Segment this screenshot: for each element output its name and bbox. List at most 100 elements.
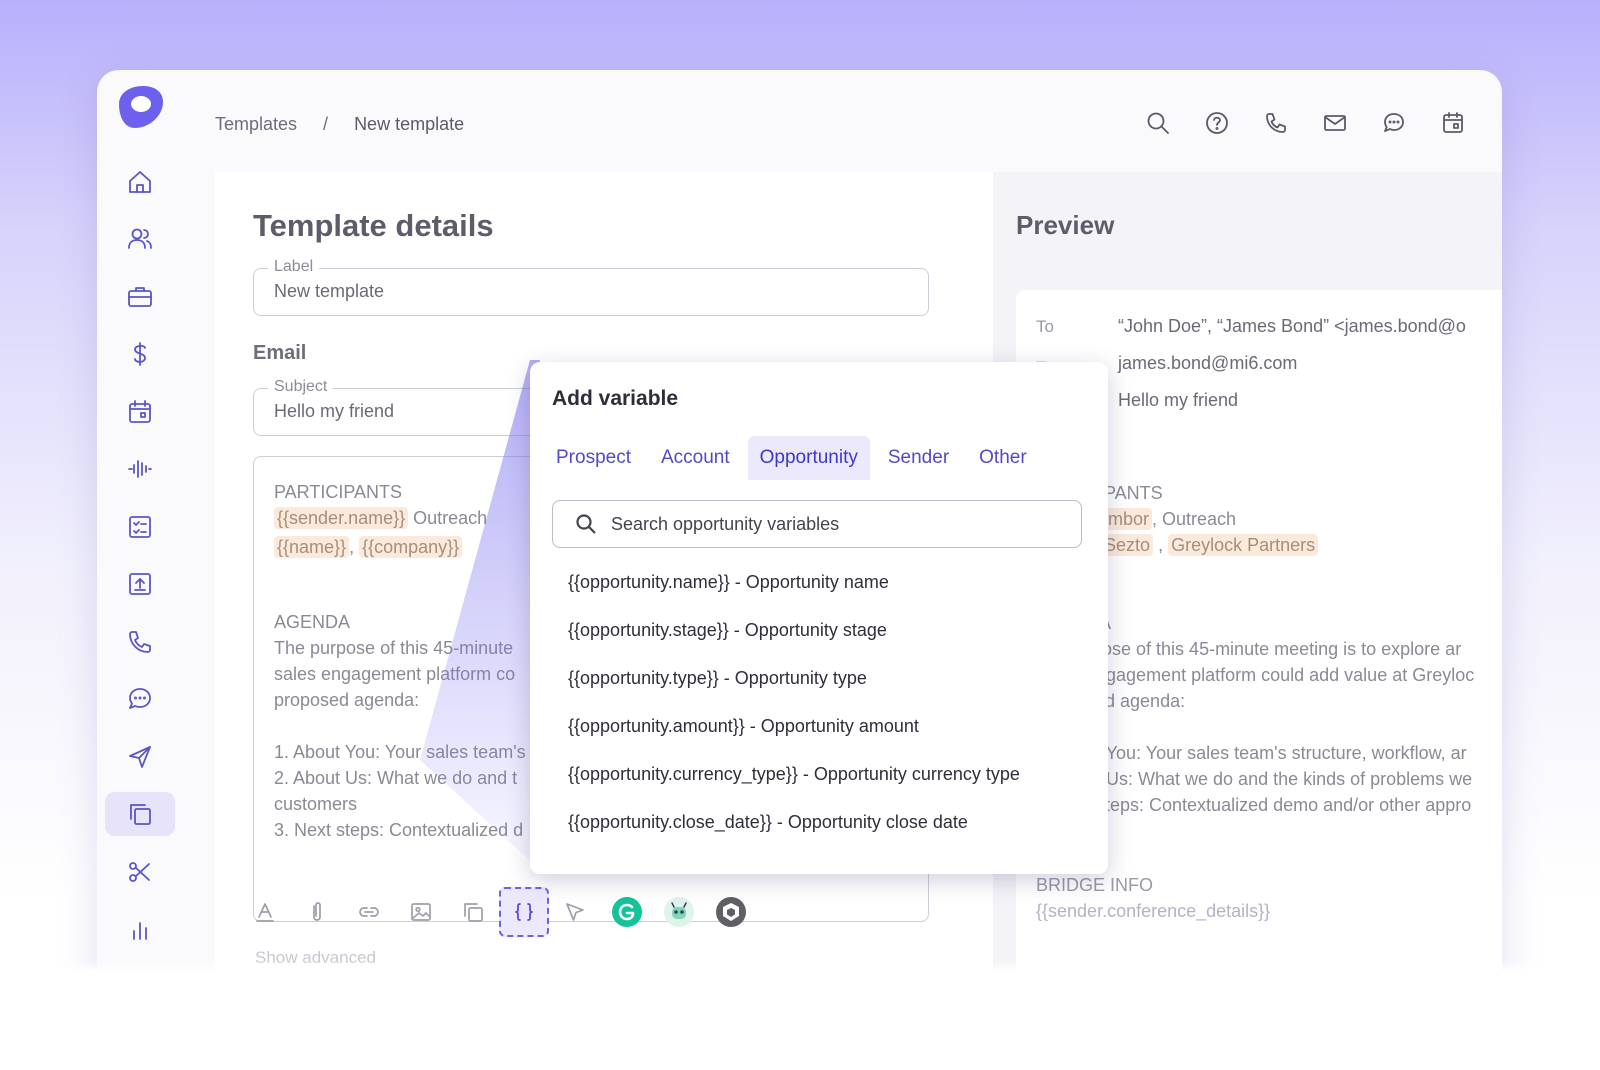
tab-opportunity[interactable]: Opportunity <box>747 436 870 480</box>
sidebar-item-calendar[interactable] <box>105 390 175 434</box>
email-heading: Email <box>253 342 307 364</box>
insert-snippet-button[interactable] <box>447 886 499 938</box>
preview-agenda-heading: DA <box>1086 610 1474 636</box>
variable-braces-icon <box>515 903 533 921</box>
variable-option[interactable]: {{opportunity.stage}} - Opportunity stag… <box>568 618 1020 666</box>
link-icon <box>359 907 379 917</box>
attachment-icon <box>313 902 321 921</box>
attachment-button[interactable] <box>291 886 343 938</box>
sidebar-item-kaia[interactable] <box>105 447 175 491</box>
participants-company-text: Outreach <box>413 508 488 528</box>
variable-option[interactable]: {{opportunity.currency_type}} - Opportun… <box>568 762 1020 810</box>
search-icon <box>576 514 596 534</box>
add-variable-popup: Add variable Prospect Account Opportunit… <box>530 362 1108 874</box>
variable-category-tabs: Prospect Account Opportunity Sender Othe… <box>544 436 1039 480</box>
link-button[interactable] <box>343 886 395 938</box>
variable-chip-sender-name[interactable]: {{sender.name}} <box>274 507 409 529</box>
preview-agenda-item: t steps: Contextualized demo and/or othe… <box>1086 795 1472 815</box>
preview-agenda-item: ut You: Your sales team's structure, wor… <box>1086 743 1467 763</box>
variable-chip-company[interactable]: {{company}} <box>359 536 463 558</box>
breadcrumb: Templates / New template <box>215 114 464 135</box>
grammarly-button[interactable] <box>601 886 653 938</box>
people-icon <box>128 228 152 249</box>
preview-bridge-info: BRIDGE INFO {{sender.conference_details}… <box>1036 872 1270 924</box>
participants-comma: , <box>349 537 355 557</box>
preview-participants: CIPANTS Jambor, Outreach a Sezto , Greyl… <box>1086 480 1319 558</box>
preview-title: Preview <box>1016 210 1115 240</box>
checklist-icon <box>129 516 151 538</box>
text-format-button[interactable] <box>239 886 291 938</box>
sidebar-item-home[interactable] <box>105 160 175 204</box>
sidebar-item-messages[interactable] <box>105 677 175 721</box>
home-icon <box>129 171 151 193</box>
bottom-fade-overlay <box>0 960 1600 1070</box>
copy-icon <box>130 804 151 825</box>
sidebar-item-templates[interactable] <box>105 792 175 836</box>
label-field[interactable]: Label New template <box>253 258 929 316</box>
briefcase-icon <box>128 287 152 307</box>
mail-icon[interactable] <box>1322 110 1348 136</box>
assistant-robot-button[interactable] <box>653 886 705 938</box>
cursor-icon <box>566 903 584 921</box>
chat-icon[interactable] <box>1381 110 1407 136</box>
sidebar-item-opportunities[interactable] <box>105 332 175 376</box>
preview-subject-value: Hello my friend <box>1118 390 1239 410</box>
variable-list: {{opportunity.name}} - Opportunity name … <box>568 570 1020 858</box>
calendar-icon[interactable] <box>1440 110 1466 136</box>
sidebar-item-sequences[interactable] <box>105 735 175 779</box>
preview-to-value: “John Doe”, “James Bond” <james.bond@o <box>1118 316 1466 336</box>
variable-option[interactable]: {{opportunity.name}} - Opportunity name <box>568 570 1020 618</box>
upload-icon <box>129 573 151 595</box>
breadcrumb-current: New template <box>354 114 465 134</box>
preview-agenda-line: sed agenda: <box>1086 691 1186 711</box>
phone-icon <box>129 631 151 653</box>
extension-button[interactable] <box>705 886 757 938</box>
sidebar-item-snippets[interactable] <box>105 850 175 894</box>
breadcrumb-templates[interactable]: Templates <box>215 114 297 135</box>
search-icon[interactable] <box>1145 110 1171 136</box>
sidebar-item-imports[interactable] <box>105 562 175 606</box>
label-field-value: New template <box>274 281 385 301</box>
help-icon[interactable] <box>1204 110 1230 136</box>
editor-toolbar <box>239 886 757 938</box>
subject-field-legend: Subject <box>268 378 334 396</box>
variable-option[interactable]: {{opportunity.close_date}} - Opportunity… <box>568 810 1020 858</box>
preview-company-text: , Outreach <box>1152 509 1237 529</box>
dollar-icon <box>134 342 146 366</box>
tab-other[interactable]: Other <box>967 436 1039 480</box>
chat-icon <box>129 688 151 709</box>
template-details-title: Template details <box>253 208 494 243</box>
variable-option[interactable]: {{opportunity.amount}} - Opportunity amo… <box>568 714 1020 762</box>
sidebar-item-people[interactable] <box>105 217 175 261</box>
phone-icon[interactable] <box>1263 110 1289 136</box>
add-variable-title: Add variable <box>552 387 679 410</box>
variable-search-input[interactable] <box>611 513 1051 535</box>
sidebar-item-tasks[interactable] <box>105 505 175 549</box>
tab-prospect[interactable]: Prospect <box>544 436 643 480</box>
variable-option[interactable]: {{opportunity.type}} - Opportunity type <box>568 666 1020 714</box>
variable-search-box <box>552 500 1082 548</box>
grammarly-icon <box>612 897 642 927</box>
outreach-logo[interactable] <box>113 84 165 130</box>
copy-icon <box>464 903 483 922</box>
preview-comma: , <box>1158 535 1164 555</box>
participants-block: PARTICIPANTS {{sender.name}} Outreach {{… <box>274 479 487 560</box>
top-toolbar <box>1145 110 1466 136</box>
waveform-icon <box>128 460 152 478</box>
tab-account[interactable]: Account <box>649 436 742 480</box>
cursor-button[interactable] <box>549 886 601 938</box>
tab-sender[interactable]: Sender <box>876 436 961 480</box>
sidebar-item-reports[interactable] <box>105 907 175 951</box>
preview-participants-heading: CIPANTS <box>1086 483 1163 503</box>
preview-agenda-line: rpose of this 45-minute meeting is to ex… <box>1086 639 1462 659</box>
bar-chart-icon <box>133 922 147 940</box>
extension-icon <box>716 897 746 927</box>
add-variable-button[interactable] <box>499 887 549 937</box>
label-field-legend: Label <box>268 258 320 276</box>
variable-chip-name[interactable]: {{name}} <box>274 536 350 558</box>
sidebar-item-accounts[interactable] <box>105 275 175 319</box>
breadcrumb-separator: / <box>323 114 329 134</box>
sidebar-item-calls[interactable] <box>105 620 175 664</box>
image-button[interactable] <box>395 886 447 938</box>
preview-bridge-variable: {{sender.conference_details}} <box>1036 901 1271 921</box>
